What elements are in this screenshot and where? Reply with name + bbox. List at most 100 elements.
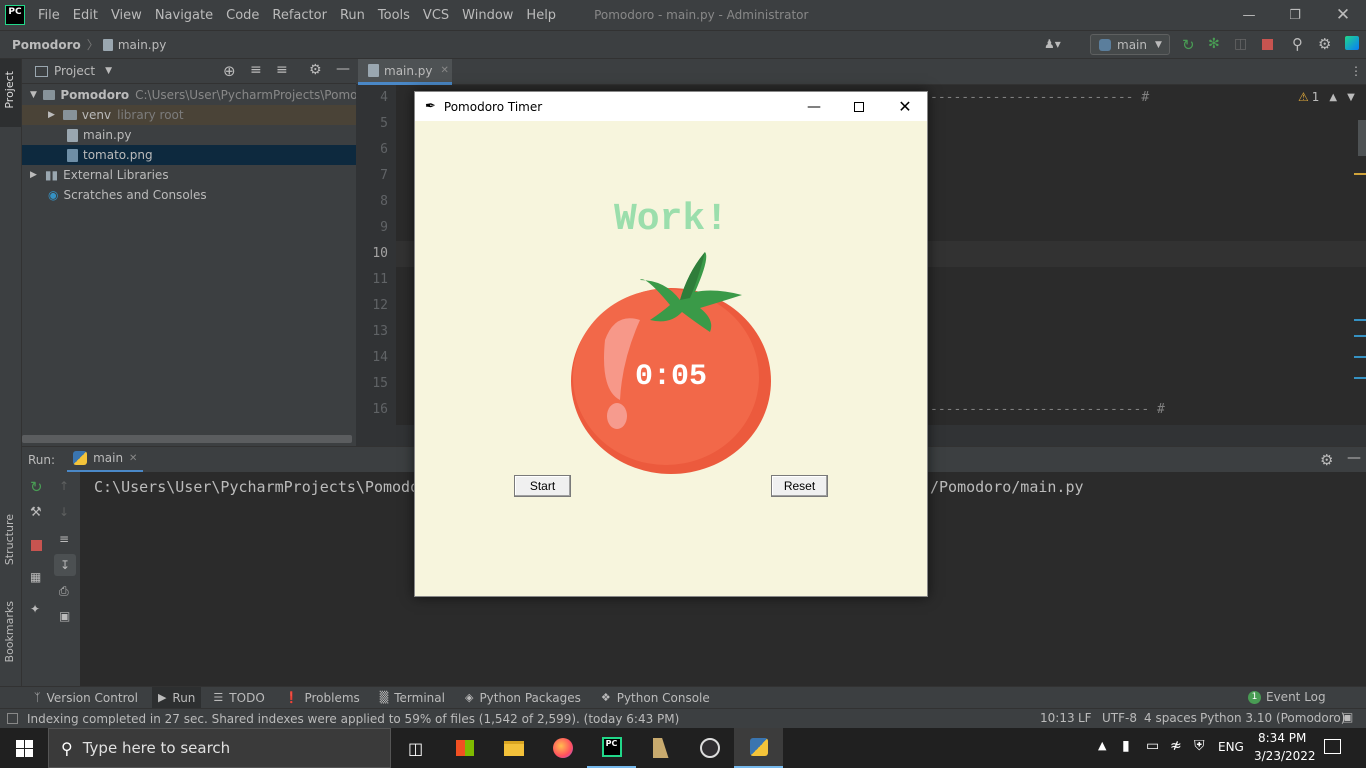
- chevron-down-icon[interactable]: ▼: [105, 66, 112, 76]
- pomodoro-titlebar[interactable]: ✒ Pomodoro Timer — ✕: [415, 92, 927, 121]
- file-explorer-icon[interactable]: [489, 728, 538, 768]
- vertical-scrollbar[interactable]: [1358, 120, 1366, 156]
- menu-run[interactable]: Run: [340, 8, 365, 23]
- tree-item-external-libraries[interactable]: ▶ ▮▮ External Libraries: [22, 165, 356, 185]
- arrow-down-icon[interactable]: ↓: [59, 505, 69, 519]
- tool-event-log[interactable]: 1 Event Log: [1248, 690, 1326, 704]
- minimize-icon[interactable]: —: [1226, 0, 1272, 30]
- start-button[interactable]: Start: [514, 475, 571, 497]
- project-panel-title[interactable]: Project: [54, 64, 95, 78]
- menu-view[interactable]: View: [111, 8, 142, 23]
- microphone-icon[interactable]: ▮: [1122, 738, 1130, 754]
- chevron-up-icon[interactable]: ▲: [1329, 92, 1337, 103]
- print-icon[interactable]: ⎙: [59, 584, 69, 599]
- tool-todo[interactable]: ☰ TODO: [213, 691, 264, 705]
- maximize-icon[interactable]: [836, 92, 882, 121]
- user-icon[interactable]: ♟▾: [1044, 37, 1061, 51]
- tool-version-control[interactable]: ᛉ Version Control: [34, 691, 138, 705]
- tree-item-main-py[interactable]: main.py: [22, 125, 356, 145]
- structure-tool-tab[interactable]: Structure: [3, 514, 16, 565]
- rerun-icon[interactable]: ↻: [1182, 36, 1195, 54]
- toggle-tool-windows-icon[interactable]: [7, 713, 18, 724]
- clock-time[interactable]: 8:34 PM: [1258, 731, 1306, 745]
- tree-item-tomato-png[interactable]: tomato.png: [22, 145, 356, 165]
- store-icon[interactable]: [440, 728, 489, 768]
- task-view-icon[interactable]: ◫: [391, 728, 440, 768]
- layout-icon[interactable]: ▦: [30, 570, 41, 584]
- inspection-widget[interactable]: ⚠ 1 ▲ ▼: [1298, 90, 1355, 104]
- hide-panel-icon[interactable]: —: [1347, 450, 1361, 466]
- stop-icon[interactable]: [31, 540, 42, 551]
- lock-icon[interactable]: ▣: [1342, 710, 1353, 724]
- more-tabs-icon[interactable]: ⋮: [1350, 64, 1362, 78]
- breadcrumb-file[interactable]: main.py: [118, 38, 167, 52]
- run-tab-main[interactable]: main ✕: [67, 447, 144, 473]
- soft-wrap-icon[interactable]: ≡: [59, 532, 69, 546]
- arrow-up-icon[interactable]: ↑: [59, 479, 69, 493]
- chevron-up-icon[interactable]: ▲: [1098, 739, 1106, 752]
- stop-icon[interactable]: [1262, 39, 1273, 50]
- tool-run[interactable]: ▶ Run: [151, 687, 202, 708]
- line-separator[interactable]: LF: [1078, 711, 1092, 725]
- menu-edit[interactable]: Edit: [73, 8, 98, 23]
- menu-refactor[interactable]: Refactor: [272, 8, 327, 23]
- gear-icon[interactable]: ⚙: [1320, 451, 1333, 469]
- bookmarks-tool-tab[interactable]: Bookmarks: [3, 601, 16, 662]
- tree-item-venv[interactable]: ▶ venv library root: [22, 105, 356, 125]
- collapse-all-icon[interactable]: ≡: [276, 62, 288, 78]
- chevron-down-icon[interactable]: ▼: [1347, 92, 1355, 103]
- obs-icon[interactable]: [685, 728, 734, 768]
- jetbrains-toolbox-icon[interactable]: [1345, 36, 1359, 50]
- project-tool-tab[interactable]: Project: [3, 71, 16, 109]
- search-icon[interactable]: ⚲: [1292, 35, 1303, 53]
- reset-button[interactable]: Reset: [771, 475, 828, 497]
- coverage-icon[interactable]: ◫: [1234, 36, 1247, 52]
- breadcrumb-project[interactable]: Pomodoro: [12, 38, 81, 52]
- wrench-icon[interactable]: ⚒: [30, 505, 42, 520]
- pin-icon[interactable]: ✦: [30, 602, 40, 616]
- language-indicator[interactable]: ENG: [1218, 740, 1244, 754]
- menu-tools[interactable]: Tools: [378, 8, 410, 23]
- clock-date[interactable]: 3/23/2022: [1254, 749, 1316, 763]
- indent-setting[interactable]: 4 spaces: [1144, 711, 1197, 725]
- debug-icon[interactable]: ✻: [1208, 36, 1220, 52]
- wifi-icon[interactable]: ≉: [1170, 738, 1182, 754]
- tool-python-packages[interactable]: ◈ Python Packages: [465, 691, 581, 705]
- tree-root[interactable]: ▼ Pomodoro C:\Users\User\PycharmProjects…: [22, 85, 356, 105]
- python-taskbar-icon[interactable]: [734, 728, 783, 768]
- caret-position[interactable]: 10:13: [1040, 711, 1075, 725]
- close-tab-icon[interactable]: ✕: [129, 453, 137, 464]
- security-icon[interactable]: ⛨: [1194, 738, 1205, 754]
- rerun-icon[interactable]: ↻: [30, 478, 43, 496]
- menu-code[interactable]: Code: [226, 8, 259, 23]
- expand-all-icon[interactable]: ≡: [250, 62, 262, 78]
- notification-icon[interactable]: [1324, 739, 1341, 754]
- tool-problems[interactable]: ❗ Problems: [285, 691, 360, 705]
- minimize-icon[interactable]: —: [791, 92, 837, 121]
- menu-file[interactable]: File: [38, 8, 60, 23]
- file-encoding[interactable]: UTF-8: [1102, 711, 1137, 725]
- menu-vcs[interactable]: VCS: [423, 8, 449, 23]
- locate-icon[interactable]: ⊕: [223, 62, 236, 80]
- editor-tab-main-py[interactable]: main.py ✕: [358, 59, 452, 85]
- menu-window[interactable]: Window: [462, 8, 513, 23]
- close-tab-icon[interactable]: ✕: [441, 65, 449, 76]
- game-launcher-icon[interactable]: [636, 728, 685, 768]
- tree-item-scratches[interactable]: ◉ Scratches and Consoles: [22, 185, 356, 205]
- windows-start-icon[interactable]: [0, 728, 48, 768]
- gear-icon[interactable]: ⚙: [1318, 35, 1331, 53]
- tool-terminal[interactable]: ▒ Terminal: [380, 691, 445, 705]
- pycharm-taskbar-icon[interactable]: PC: [587, 728, 636, 768]
- menu-navigate[interactable]: Navigate: [155, 8, 213, 23]
- restore-icon[interactable]: ❐: [1272, 0, 1318, 30]
- close-icon[interactable]: ✕: [882, 92, 928, 121]
- tool-python-console[interactable]: ❖ Python Console: [601, 691, 710, 705]
- hide-panel-icon[interactable]: —: [336, 61, 350, 77]
- close-icon[interactable]: ✕: [1320, 0, 1366, 30]
- gear-icon[interactable]: ⚙: [309, 62, 322, 78]
- trash-icon[interactable]: ▣: [59, 609, 70, 623]
- menu-help[interactable]: Help: [526, 8, 556, 23]
- battery-icon[interactable]: ▭: [1146, 738, 1159, 754]
- scroll-to-end-icon[interactable]: ↧: [54, 554, 76, 576]
- firefox-icon[interactable]: [538, 728, 587, 768]
